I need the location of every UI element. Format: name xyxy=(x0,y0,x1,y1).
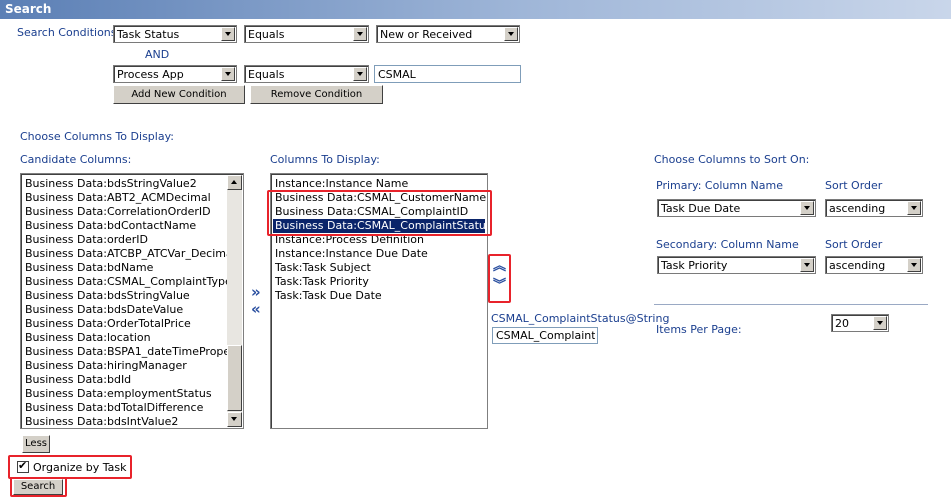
list-item[interactable]: Business Data:bdId xyxy=(23,373,225,387)
window-title: Search xyxy=(5,2,52,16)
list-item[interactable]: Task:Task Priority xyxy=(273,275,485,289)
secondary-column-select[interactable]: Task Priority xyxy=(657,256,816,274)
sort-divider xyxy=(654,304,928,305)
add-condition-button[interactable]: Add New Condition xyxy=(113,85,245,104)
secondary-order-label: Sort Order xyxy=(825,238,883,251)
items-per-page-label: Items Per Page: xyxy=(656,323,742,336)
primary-order-label: Sort Order xyxy=(825,179,883,192)
secondary-column-label: Secondary: Column Name xyxy=(656,238,799,251)
chevron-down-icon xyxy=(353,67,367,81)
sort-columns-label: Choose Columns to Sort On: xyxy=(654,153,810,166)
columns-to-display-label: Columns To Display: xyxy=(270,153,380,166)
scroll-thumb[interactable] xyxy=(227,345,242,411)
chevron-down-icon xyxy=(907,258,921,272)
list-item[interactable]: Task:Task Due Date xyxy=(273,289,485,303)
condition1-field-value: Task Status xyxy=(117,28,180,41)
remove-condition-button[interactable]: Remove Condition xyxy=(250,85,383,104)
choose-columns-label: Choose Columns To Display: xyxy=(20,130,174,143)
and-label: AND xyxy=(145,48,170,61)
organize-by-task-label: Organize by Task xyxy=(33,461,127,474)
condition2-operator-value: Equals xyxy=(248,68,285,81)
move-up-icon[interactable]: ︽ xyxy=(493,259,506,274)
list-item[interactable]: Task:Task Subject xyxy=(273,261,485,275)
list-item[interactable]: Business Data:ABT2_ACMDecimal xyxy=(23,191,225,205)
list-item[interactable]: Business Data:bdsIntValue2 xyxy=(23,415,225,428)
list-item[interactable]: Business Data:CSMAL_ComplaintType xyxy=(23,275,232,289)
search-conditions-label: Search Conditions: xyxy=(17,26,121,39)
secondary-order-select[interactable]: ascending xyxy=(825,256,923,274)
list-item[interactable]: Instance:Instance Due Date xyxy=(273,247,485,261)
list-item[interactable]: Business Data:bdTotalDifference xyxy=(23,401,225,415)
candidate-scrollbar[interactable] xyxy=(227,175,242,427)
items-per-page-value: 20 xyxy=(835,317,849,330)
search-button[interactable]: Search xyxy=(13,479,63,495)
list-item[interactable]: Business Data:BSPA1_dateTimePrope xyxy=(23,345,230,359)
less-button[interactable]: Less xyxy=(22,435,50,453)
list-item[interactable]: Business Data:orderID xyxy=(23,233,225,247)
condition2-value-text: CSMAL xyxy=(378,68,416,81)
chevron-down-icon xyxy=(800,258,814,272)
list-item[interactable]: Instance:Instance Name xyxy=(273,177,485,191)
primary-column-select[interactable]: Task Due Date xyxy=(657,199,816,217)
secondary-order-value: ascending xyxy=(829,259,886,272)
candidate-columns-label: Candidate Columns: xyxy=(20,153,132,166)
scroll-up-icon[interactable] xyxy=(227,175,242,190)
list-item[interactable]: Business Data:bdContactName xyxy=(23,219,225,233)
list-item[interactable]: Business Data:bdsStringValue xyxy=(23,289,225,303)
condition2-field-value: Process App xyxy=(117,68,184,81)
condition1-operator-value: Equals xyxy=(248,28,285,41)
condition1-operator-select[interactable]: Equals xyxy=(244,25,369,43)
chevron-down-icon xyxy=(907,201,921,215)
chevron-down-icon xyxy=(221,67,235,81)
condition2-operator-select[interactable]: Equals xyxy=(244,65,369,83)
condition1-value-value: New or Received xyxy=(380,28,473,41)
list-item[interactable]: Business Data:bdsDateValue xyxy=(23,303,225,317)
list-item[interactable]: Business Data:OrderTotalPrice xyxy=(23,317,225,331)
candidate-columns-list[interactable]: Business Data:bdsStringValue2 Business Da… xyxy=(20,173,244,429)
primary-column-label: Primary: Column Name xyxy=(656,179,783,192)
items-per-page-select[interactable]: 20 xyxy=(831,314,889,332)
list-item[interactable]: Business Data:hiringManager xyxy=(23,359,225,373)
column-alias-text: CSMAL_ComplaintSta xyxy=(496,329,595,342)
column-alias-input[interactable]: CSMAL_ComplaintSta xyxy=(492,327,598,344)
primary-order-value: ascending xyxy=(829,202,886,215)
candidate-columns-items: Business Data:bdsStringValue2 Business Da… xyxy=(23,177,236,428)
condition2-field-select[interactable]: Process App xyxy=(113,65,237,83)
primary-order-select[interactable]: ascending xyxy=(825,199,923,217)
list-item[interactable]: Business Data:location xyxy=(23,331,225,345)
move-left-icon[interactable]: « xyxy=(251,302,261,317)
list-item[interactable]: Business Data:bdsStringValue2 xyxy=(23,177,225,191)
organize-by-task-checkbox[interactable] xyxy=(17,459,29,473)
chevron-down-icon xyxy=(221,27,235,41)
list-item[interactable]: Business Data:bdName xyxy=(23,261,225,275)
move-down-icon[interactable]: ︾ xyxy=(493,278,506,293)
chevron-down-icon xyxy=(873,316,887,330)
highlight-box-selected-columns xyxy=(267,190,492,236)
move-right-icon[interactable]: » xyxy=(251,285,261,300)
scroll-down-icon[interactable] xyxy=(227,412,242,427)
condition1-value-select[interactable]: New or Received xyxy=(376,25,520,43)
secondary-column-value: Task Priority xyxy=(661,259,728,272)
column-alias-label: CSMAL_ComplaintStatus@String xyxy=(491,312,670,325)
primary-column-value: Task Due Date xyxy=(661,202,741,215)
chevron-down-icon xyxy=(504,27,518,41)
title-bar: Search xyxy=(0,0,951,19)
condition2-value-input[interactable]: CSMAL xyxy=(374,65,521,83)
chevron-down-icon xyxy=(800,201,814,215)
list-item[interactable]: Business Data:CorrelationOrderID xyxy=(23,205,225,219)
list-item[interactable]: Business Data:employmentStatus xyxy=(23,387,225,401)
list-item[interactable]: Business Data:ATCBP_ATCVar_Decimal xyxy=(23,247,236,261)
chevron-down-icon xyxy=(353,27,367,41)
condition1-field-select[interactable]: Task Status xyxy=(113,25,237,43)
